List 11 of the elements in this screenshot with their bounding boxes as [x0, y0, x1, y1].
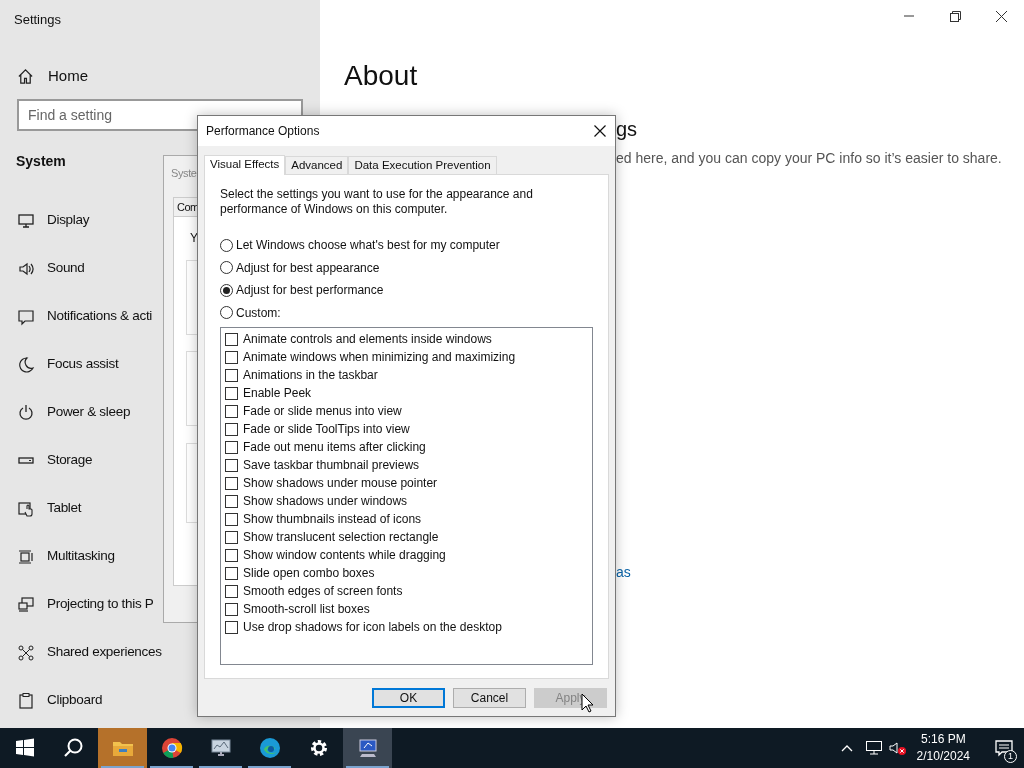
description-text: ed here, and you can copy your PC info so it’s easier to share. [616, 149, 1002, 168]
window-title: Settings [14, 11, 61, 29]
clock-date: 2/10/2024 [916, 748, 970, 765]
window-title: Syste [171, 166, 197, 181]
section-heading: System [16, 151, 66, 171]
clock-time: 5:16 PM [920, 731, 966, 748]
section-heading: gs [616, 117, 638, 142]
body-text: Y [190, 230, 198, 247]
page-title: About [344, 59, 418, 93]
instruction-text: Select the settings you want to use for the appearance and performance of Windows on this computer. [220, 187, 534, 217]
notification-count: 1 [1004, 750, 1017, 763]
